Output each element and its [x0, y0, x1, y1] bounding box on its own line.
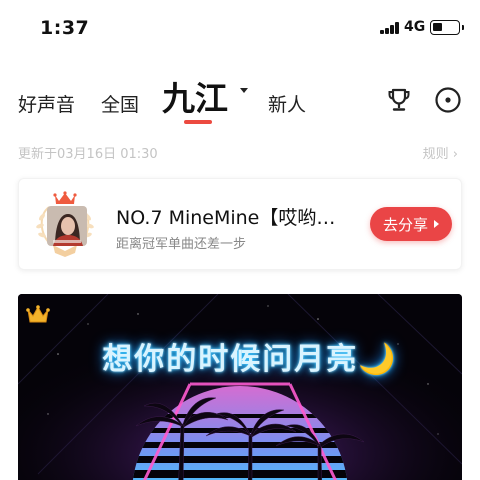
signal-icon [380, 22, 400, 34]
update-time: 更新于03月16日 01:30 [18, 147, 158, 162]
share-button[interactable]: 去分享 [370, 207, 452, 241]
network-type: 4G [404, 19, 426, 35]
song-title[interactable]: NO.7 MineMine【哎哟… [116, 203, 356, 230]
disc-icon[interactable] [434, 86, 462, 114]
chevron-down-icon[interactable] [240, 88, 248, 93]
avatar-badge [29, 187, 101, 265]
tab-nationwide[interactable]: 全国 [101, 90, 139, 117]
status-time: 1:37 [40, 17, 90, 39]
avatar [47, 206, 87, 246]
play-arrow-icon [434, 220, 439, 228]
tab-jiujiang[interactable]: 九江 [162, 72, 228, 120]
trophy-icon[interactable] [385, 86, 413, 114]
active-tab-indicator [184, 120, 212, 124]
tab-newcomer[interactable]: 新人 [268, 90, 306, 117]
synthwave-artwork [18, 294, 462, 480]
rank-card[interactable]: NO.7 MineMine【哎哟… 距离冠军单曲还差一步 去分享 [18, 178, 462, 270]
status-bar: 1:37 4G [0, 0, 480, 56]
banner-title: 想你的时候问月亮🌙 [102, 342, 398, 377]
rules-link[interactable]: 规则 › [423, 143, 458, 162]
share-button-label: 去分享 [382, 215, 428, 234]
song-banner[interactable]: 想你的时候问月亮🌙 [18, 294, 462, 480]
battery-icon [430, 20, 464, 35]
rank-subtitle: 距离冠军单曲还差一步 [116, 237, 247, 252]
tab-good-voice[interactable]: 好声音 [18, 90, 75, 117]
